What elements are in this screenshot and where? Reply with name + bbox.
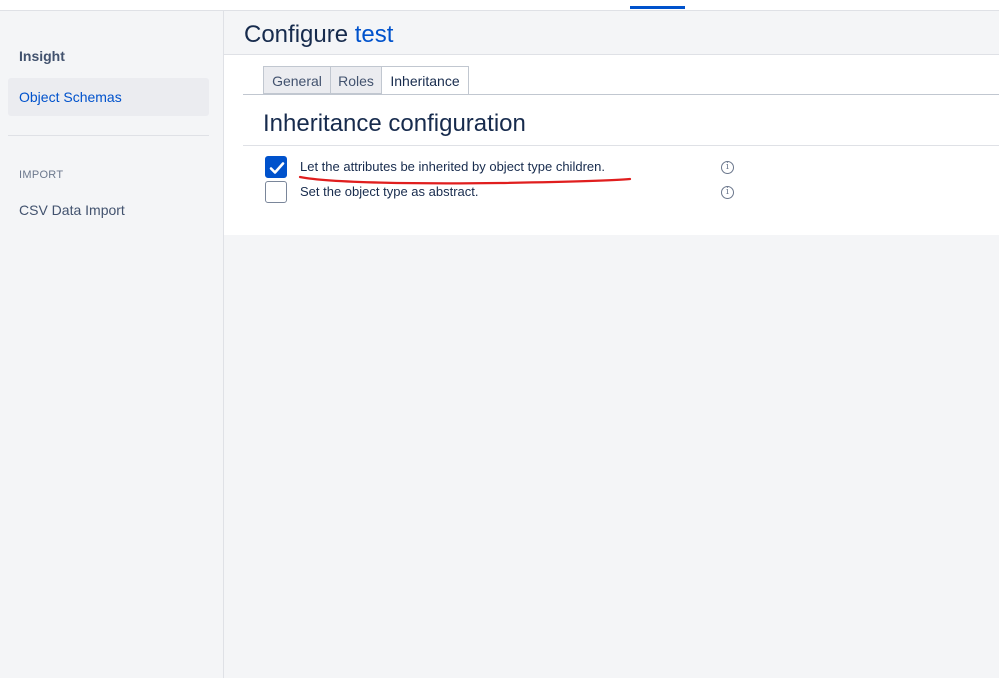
sidebar-section-label: IMPORT [19,169,64,181]
option-abstract: Set the object type as abstract. i [265,181,945,205]
checkmark-icon [269,162,285,174]
tab-inheritance[interactable]: Inheritance [381,66,469,95]
info-icon[interactable]: i [721,186,734,199]
top-navigation-bar [0,0,999,11]
sidebar-item-label: Object Schemas [19,89,122,105]
tab-roles[interactable]: Roles [330,66,382,94]
sidebar-item-csv-data-import[interactable]: CSV Data Import [19,202,125,218]
section-title: Inheritance configuration [263,110,526,137]
abstract-label[interactable]: Set the object type as abstract. [300,184,479,199]
sidebar: Insight Object Schemas IMPORT CSV Data I… [0,11,224,678]
section-divider [243,145,999,146]
tab-general[interactable]: General [263,66,331,94]
page-title-prefix: Configure [244,21,349,48]
page-title: Configure test [244,21,393,49]
tabs-divider [243,94,999,95]
inherit-attributes-checkbox[interactable] [265,156,287,178]
active-nav-indicator [630,6,685,9]
inherit-attributes-label[interactable]: Let the attributes be inherited by objec… [300,159,605,174]
object-type-name[interactable]: test [355,21,394,48]
page-header: Configure test [224,11,999,55]
sidebar-divider [8,135,209,136]
sidebar-item-object-schemas[interactable]: Object Schemas [8,78,209,116]
abstract-checkbox[interactable] [265,181,287,203]
main-content: Configure test General Roles Inheritance… [224,11,999,235]
option-inherit-attributes: Let the attributes be inherited by objec… [265,156,945,180]
info-icon[interactable]: i [721,161,734,174]
sidebar-title: Insight [19,48,65,64]
